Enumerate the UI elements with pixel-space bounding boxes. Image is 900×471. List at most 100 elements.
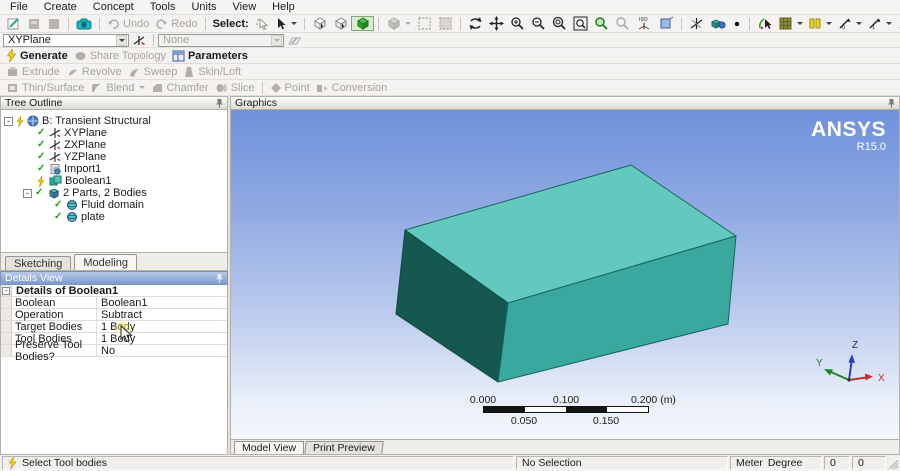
menu-view[interactable]: View (225, 0, 265, 14)
thin-surface-button[interactable]: Thin/Surface (3, 80, 87, 95)
tab-sketching[interactable]: Sketching (5, 256, 72, 270)
select-body-filter-button[interactable] (350, 16, 374, 31)
parameters-button[interactable]: Parameters (169, 48, 251, 63)
rotate-button[interactable] (465, 16, 486, 31)
new-sketch-button[interactable] (3, 16, 24, 31)
details-row-boolean[interactable]: Boolean Boolean1 (1, 297, 227, 309)
tree-item-plate[interactable]: ✓ plate (1, 211, 227, 223)
skin-loft-button[interactable]: Skin/Loft (180, 64, 244, 79)
zoom-to-fit-button[interactable] (591, 16, 612, 31)
display-snaps-button[interactable] (806, 16, 835, 31)
point-button[interactable]: Point (267, 80, 313, 95)
details-value[interactable]: Boolean1 (97, 297, 227, 309)
select-edge-filter-button[interactable] (330, 16, 351, 31)
revolve-button[interactable]: Revolve (63, 64, 125, 79)
toolbar-separator (261, 81, 263, 94)
slice-button[interactable]: Slice (212, 80, 258, 95)
display-bodies-button[interactable] (707, 16, 729, 31)
parts-icon (47, 187, 60, 199)
look-at-button[interactable] (655, 16, 677, 31)
pin-icon[interactable] (216, 273, 223, 283)
details-value[interactable]: Subtract (97, 309, 227, 321)
chamfer-button[interactable]: Chamfer (148, 80, 212, 95)
model-3d-box[interactable] (231, 110, 900, 440)
extend-selection-button-2[interactable] (435, 16, 456, 31)
collapse-icon[interactable]: - (2, 286, 10, 295)
sketch-edit-button[interactable] (754, 16, 776, 31)
undo-button[interactable]: Undo (104, 16, 152, 31)
tree-item-xyplane[interactable]: ✓ XYPlane (1, 127, 227, 139)
plane-normal-button[interactable] (686, 16, 707, 31)
plane-combobox-arrow[interactable] (116, 34, 127, 46)
menu-create[interactable]: Create (36, 0, 85, 14)
extend-selection-button-1[interactable] (414, 16, 435, 31)
sketch-combobox[interactable]: None (158, 33, 284, 47)
display-plane-grid-button[interactable] (776, 16, 806, 31)
plane-icon-button[interactable] (129, 33, 149, 48)
tab-modeling[interactable]: Modeling (74, 254, 137, 270)
tree-item-parts[interactable]: - ✓ 2 Parts, 2 Bodies (1, 187, 227, 199)
collapse-icon[interactable]: - (23, 188, 32, 198)
sweep-button[interactable]: Sweep (125, 64, 181, 79)
tree-item-root[interactable]: - B: Transient Structural (1, 114, 227, 127)
tree-item-import1[interactable]: ✓ Import1 (1, 163, 227, 175)
disabled-tool-button-1[interactable] (24, 16, 44, 31)
view-tabs: Model View Print Preview (230, 440, 900, 455)
menu-help[interactable]: Help (264, 0, 303, 14)
edge-display-button-1[interactable]: 0 (835, 16, 865, 31)
box-zoom-button[interactable] (570, 16, 591, 31)
zoom-previous-button[interactable] (612, 16, 633, 31)
zoom-in-button[interactable] (507, 16, 528, 31)
graphics-viewport[interactable]: ANSYS R15.0 Z Y X 0.000 0.100 0.200 (m) … (230, 110, 900, 440)
share-topology-button[interactable]: Share Topology (71, 48, 169, 63)
details-row-preserve[interactable]: Preserve Tool Bodies? No (1, 339, 227, 363)
tree-item-boolean1[interactable]: Boolean1 (1, 174, 227, 187)
zoom-magnify-button[interactable] (549, 16, 570, 31)
isometric-view-button[interactable]: ISO (633, 16, 655, 31)
display-points-button[interactable] (729, 16, 745, 31)
tree-item-zxplane[interactable]: ✓ ZXPlane (1, 139, 227, 151)
zoom-out-button[interactable] (528, 16, 549, 31)
redo-button[interactable]: Redo (152, 16, 200, 31)
new-sketch-from-plane-button[interactable] (284, 33, 305, 48)
details-gutter (1, 309, 12, 320)
disabled-tool-button-2[interactable] (44, 16, 64, 31)
extrude-button[interactable]: Extrude (3, 64, 63, 79)
toolbar-features: Extrude Revolve Sweep Skin/Loft (0, 64, 900, 80)
pan-button[interactable] (486, 16, 507, 31)
tree-item-yzplane[interactable]: ✓ YZPlane (1, 151, 227, 163)
tab-print-preview[interactable]: Print Preview (304, 441, 384, 454)
pin-icon[interactable] (216, 98, 223, 108)
select-vertex-filter-button[interactable] (309, 16, 330, 31)
adjacent-select-button[interactable] (383, 16, 414, 31)
tree-item-fluid-domain[interactable]: ✓ Fluid domain (1, 199, 227, 211)
details-group-header[interactable]: - Details of Boolean1 (1, 285, 227, 297)
collapse-icon[interactable]: - (4, 116, 13, 126)
blend-button[interactable]: Blend (87, 80, 147, 95)
generate-button[interactable]: Generate (3, 47, 71, 63)
plane-combobox[interactable]: XYPlane (3, 33, 129, 47)
details-row-operation[interactable]: Operation Subtract (1, 309, 227, 321)
orientation-triad[interactable]: Z Y X (804, 336, 896, 408)
toolbar-separator (459, 17, 461, 30)
edge-display-button-3[interactable]: 2 (895, 16, 900, 31)
graphics-panel: Graphics ANSYS R15.0 Z Y X 0.000 0.100 0… (230, 96, 900, 455)
menu-units[interactable]: Units (183, 0, 224, 14)
snapshot-button[interactable] (73, 16, 95, 31)
graphics-header: Graphics (230, 96, 900, 110)
toolbar-separator (303, 17, 305, 30)
resize-grip[interactable] (886, 455, 900, 471)
lightning-icon (16, 114, 24, 127)
pin-icon[interactable] (888, 98, 895, 108)
menu-file[interactable]: File (2, 0, 36, 14)
tab-model-view[interactable]: Model View (234, 441, 305, 454)
select-cursor-button[interactable] (272, 16, 300, 31)
menu-concept[interactable]: Concept (85, 0, 142, 14)
details-value[interactable]: No (97, 345, 227, 357)
menu-tools[interactable]: Tools (142, 0, 184, 14)
sketch-combobox-arrow[interactable] (271, 34, 282, 46)
select-mode-button[interactable] (252, 16, 272, 31)
conversion-button[interactable]: Conversion (313, 80, 391, 95)
edge-display-button-2[interactable]: 1 (865, 16, 895, 31)
svg-text:ISO: ISO (639, 17, 648, 23)
